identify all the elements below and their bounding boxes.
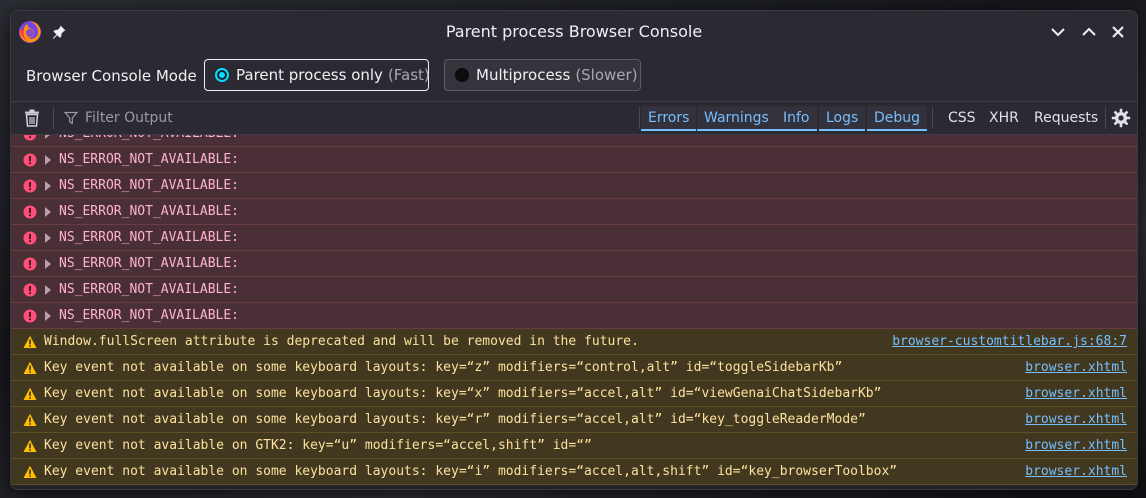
- console-mode-label: Browser Console Mode: [26, 67, 197, 85]
- console-message-warning[interactable]: Key event not available on some keyboard…: [11, 355, 1137, 381]
- expand-twisty-icon[interactable]: [45, 207, 51, 217]
- warning-message-text: Key event not available on some keyboard…: [44, 464, 898, 479]
- expand-twisty-icon[interactable]: [45, 285, 51, 295]
- filter-icon: [64, 111, 78, 125]
- console-output: NS_ERROR_NOT_AVAILABLE: NS_ERROR_NOT_AVA…: [11, 135, 1137, 489]
- radio-unselected-icon: [455, 68, 469, 82]
- warning-message-text: Key event not available on some keyboard…: [44, 360, 843, 375]
- console-message-warning[interactable]: Key event not available on some keyboard…: [11, 407, 1137, 433]
- warning-icon: [23, 465, 37, 478]
- source-link[interactable]: browser.xhtml: [1025, 381, 1127, 407]
- close-icon: [1112, 26, 1124, 38]
- parent-process-only-hint: (Fast): [387, 66, 430, 84]
- console-message-error[interactable]: NS_ERROR_NOT_AVAILABLE:: [11, 199, 1137, 225]
- source-link[interactable]: browser.xhtml: [1025, 433, 1127, 459]
- toolbar-separator: [53, 107, 54, 129]
- warning-icon: [23, 413, 37, 426]
- console-message-warning[interactable]: Key event not available on GTK2: key=“u”…: [11, 433, 1137, 459]
- expand-twisty-icon[interactable]: [45, 155, 51, 165]
- error-icon: [23, 179, 37, 193]
- chevron-up-icon: [1082, 27, 1096, 36]
- multiprocess-label: Multiprocess: [476, 66, 571, 84]
- console-message-error[interactable]: NS_ERROR_NOT_AVAILABLE:: [11, 277, 1137, 303]
- error-message-text: NS_ERROR_NOT_AVAILABLE:: [59, 308, 240, 323]
- warning-icon: [23, 361, 37, 374]
- maximize-button[interactable]: [1079, 22, 1099, 42]
- parent-process-only-label: Parent process only: [236, 66, 383, 84]
- multiprocess-option[interactable]: Multiprocess (Slower): [444, 59, 641, 91]
- error-message-text: NS_ERROR_NOT_AVAILABLE:: [59, 282, 240, 297]
- minimize-button[interactable]: [1048, 22, 1068, 42]
- console-mode-bar: Browser Console Mode Parent process only…: [11, 53, 1137, 101]
- warning-message-text: Key event not available on some keyboard…: [44, 412, 866, 427]
- console-message-error[interactable]: NS_ERROR_NOT_AVAILABLE:: [11, 173, 1137, 199]
- expand-twisty-icon[interactable]: [45, 181, 51, 191]
- info-filter-button[interactable]: Info: [776, 106, 817, 131]
- clear-output-trash-icon[interactable]: [22, 108, 42, 128]
- warning-message-text: Key event not available on GTK2: key=“u”…: [44, 438, 592, 453]
- debug-filter-button[interactable]: Debug: [867, 106, 928, 131]
- console-message-warning[interactable]: Window.fullScreen attribute is deprecate…: [11, 329, 1137, 355]
- console-message-error[interactable]: NS_ERROR_NOT_AVAILABLE:: [11, 225, 1137, 251]
- css-filter-button[interactable]: CSS: [948, 106, 976, 131]
- warning-icon: [23, 387, 37, 400]
- error-icon: [23, 153, 37, 167]
- console-message-error[interactable]: NS_ERROR_NOT_AVAILABLE:: [11, 251, 1137, 277]
- error-message-text: NS_ERROR_NOT_AVAILABLE:: [59, 178, 240, 193]
- expand-twisty-icon[interactable]: [45, 233, 51, 243]
- console-message-warning[interactable]: Key event not available on some keyboard…: [11, 459, 1137, 485]
- error-message-text: NS_ERROR_NOT_AVAILABLE:: [59, 204, 240, 219]
- parent-process-only-option[interactable]: Parent process only (Fast): [204, 59, 430, 91]
- browser-console-window: Parent process Browser Console Browser C…: [10, 10, 1138, 490]
- error-icon: [23, 257, 37, 271]
- error-message-text: NS_ERROR_NOT_AVAILABLE:: [59, 230, 240, 245]
- error-icon: [23, 283, 37, 297]
- xhr-filter-button[interactable]: XHR: [989, 106, 1019, 131]
- filter-output-input[interactable]: [81, 106, 629, 130]
- expand-twisty-icon[interactable]: [45, 259, 51, 269]
- console-toolbar: Errors Warnings Info Logs Debug CSS XHR …: [11, 101, 1137, 135]
- warning-message-text: Key event not available on some keyboard…: [44, 386, 882, 401]
- logs-filter-button[interactable]: Logs: [819, 106, 866, 131]
- console-message-error[interactable]: NS_ERROR_NOT_AVAILABLE:: [11, 147, 1137, 173]
- chevron-down-icon: [1051, 28, 1065, 37]
- toolbar-separator: [639, 107, 640, 129]
- gear-icon[interactable]: [1111, 108, 1131, 128]
- toolbar-separator: [1105, 107, 1106, 129]
- toolbar-separator: [932, 107, 933, 129]
- source-link[interactable]: browser.xhtml: [1025, 407, 1127, 433]
- warning-message-text: Window.fullScreen attribute is deprecate…: [44, 334, 639, 349]
- console-message-error[interactable]: NS_ERROR_NOT_AVAILABLE:: [11, 303, 1137, 329]
- window-title: Parent process Browser Console: [445, 22, 703, 41]
- title-bar: Parent process Browser Console: [11, 11, 1137, 53]
- warning-icon: [23, 439, 37, 452]
- error-icon: [23, 205, 37, 219]
- requests-filter-button[interactable]: Requests: [1034, 106, 1098, 131]
- source-link[interactable]: browser.xhtml: [1025, 355, 1127, 381]
- error-message-text: NS_ERROR_NOT_AVAILABLE:: [59, 152, 240, 167]
- error-icon: [23, 135, 37, 141]
- multiprocess-hint: (Slower): [575, 66, 638, 84]
- expand-twisty-icon[interactable]: [45, 135, 51, 139]
- console-message-warning[interactable]: Key event not available on some keyboard…: [11, 381, 1137, 407]
- error-icon: [23, 309, 37, 323]
- error-icon: [23, 231, 37, 245]
- errors-filter-button[interactable]: Errors: [641, 106, 697, 131]
- source-link[interactable]: browser-customtitlebar.js:68:7: [892, 329, 1127, 355]
- warning-icon: [23, 335, 37, 348]
- expand-twisty-icon[interactable]: [45, 311, 51, 321]
- warnings-filter-button[interactable]: Warnings: [697, 106, 776, 131]
- source-link[interactable]: browser.xhtml: [1025, 459, 1127, 485]
- close-button[interactable]: [1108, 22, 1128, 42]
- console-message-error[interactable]: NS_ERROR_NOT_AVAILABLE:: [11, 135, 1137, 147]
- error-message-text: NS_ERROR_NOT_AVAILABLE:: [59, 135, 239, 147]
- error-message-text: NS_ERROR_NOT_AVAILABLE:: [59, 256, 240, 271]
- radio-selected-icon: [215, 68, 229, 82]
